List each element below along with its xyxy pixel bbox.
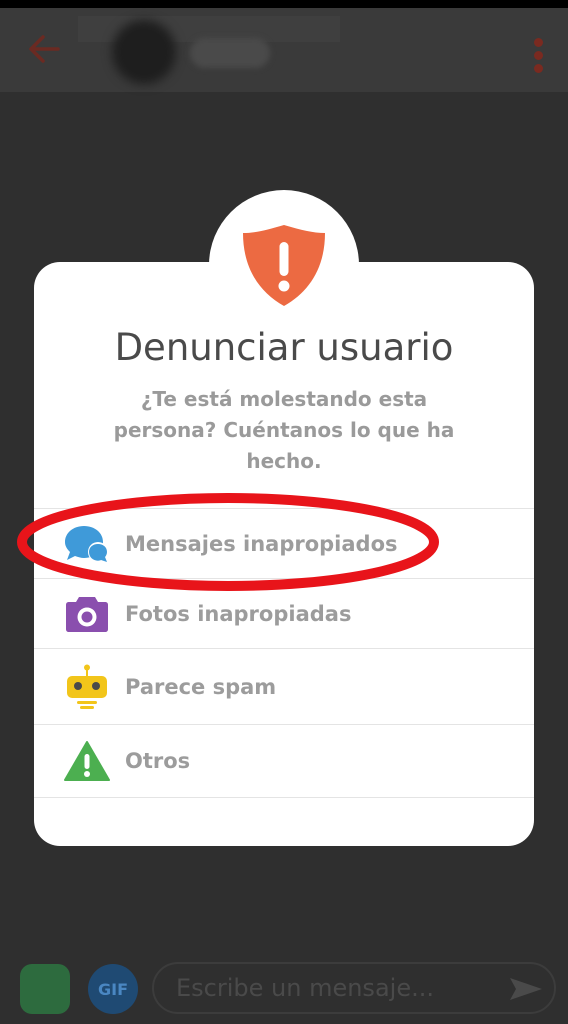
option-label: Mensajes inapropiados	[125, 531, 398, 556]
option-label: Parece spam	[125, 674, 277, 699]
option-label: Fotos inapropiadas	[125, 601, 352, 626]
status-bar	[0, 0, 568, 8]
camera-icon	[64, 592, 110, 636]
robot-icon	[64, 664, 110, 709]
more-options-icon[interactable]	[530, 38, 546, 78]
avatar[interactable]	[112, 20, 176, 84]
option-inappropriate-messages[interactable]: Mensajes inapropiados	[34, 508, 534, 578]
dialog-subtitle: ¿Te está molestando esta persona? Cuénta…	[113, 387, 455, 473]
warning-icon	[64, 739, 110, 783]
back-arrow-icon[interactable]	[28, 34, 60, 64]
option-inappropriate-photos[interactable]: Fotos inapropiadas	[34, 578, 534, 648]
chat-header	[0, 8, 568, 92]
message-composer: GIF Escribe un mensaje...	[0, 948, 568, 1024]
option-spam[interactable]: Parece spam	[34, 648, 534, 724]
option-other[interactable]: Otros	[34, 724, 534, 798]
option-label: Otros	[125, 749, 191, 773]
sticker-button[interactable]	[20, 964, 70, 1014]
shield-alert-icon	[243, 225, 325, 306]
message-input[interactable]: Escribe un mensaje...	[152, 962, 556, 1014]
dialog-title: Denunciar usuario	[114, 326, 454, 369]
contact-name[interactable]	[190, 38, 270, 68]
send-icon[interactable]	[508, 976, 544, 1002]
gif-button[interactable]: GIF	[88, 964, 138, 1014]
chat-bubbles-icon	[64, 522, 110, 566]
